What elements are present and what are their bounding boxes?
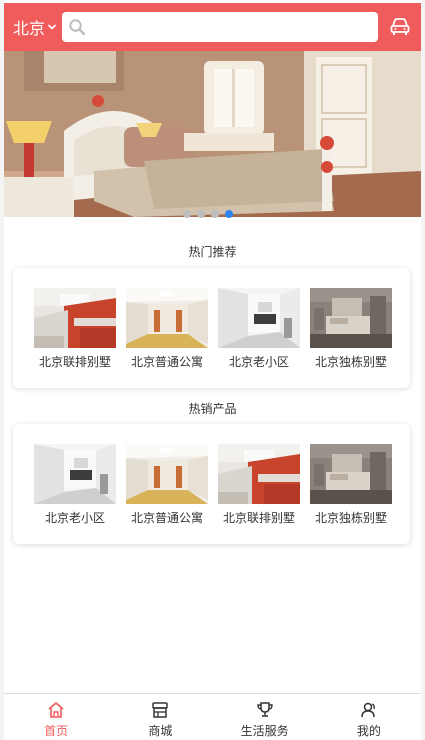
product-item[interactable]: 北京独栋别墅: [310, 288, 392, 370]
city-selector[interactable]: 北京: [13, 15, 57, 39]
tab-life-service-label: 生活服务: [240, 724, 289, 738]
product-thumbnail: [34, 288, 116, 348]
top-bar: 北京: [4, 3, 421, 51]
product-thumbnail: [310, 288, 392, 348]
carousel-dot-active[interactable]: [225, 210, 233, 218]
shop-icon: [152, 702, 169, 718]
tab-life-service[interactable]: 生活服务: [213, 694, 317, 740]
product-item[interactable]: 北京老小区: [34, 444, 116, 526]
car-icon[interactable]: [389, 17, 411, 37]
product-item[interactable]: 北京联排别墅: [218, 444, 300, 526]
tab-mine[interactable]: 我的: [317, 694, 421, 740]
tab-home[interactable]: 首页: [4, 694, 108, 740]
tab-shop[interactable]: 商城: [108, 694, 212, 740]
user-icon: [361, 702, 375, 718]
hot-recommend-card: 北京联排别墅 北京普通公寓 北京老小区 北京独栋别墅: [13, 268, 410, 388]
product-thumbnail: [126, 288, 208, 348]
banner-image: [4, 51, 421, 217]
product-label: 北京普通公寓: [130, 355, 203, 369]
product-thumbnail: [34, 444, 116, 504]
product-label: 北京老小区: [228, 355, 289, 369]
section-title-hot-products: 热销产品: [188, 402, 237, 416]
product-thumbnail: [218, 288, 300, 348]
product-item[interactable]: 北京普通公寓: [126, 444, 208, 526]
chevron-down-icon: [47, 24, 57, 30]
product-label: 北京老小区: [44, 511, 105, 525]
product-item[interactable]: 北京老小区: [218, 288, 300, 370]
banner-carousel[interactable]: [4, 51, 421, 217]
city-label: 北京: [13, 19, 46, 38]
product-thumbnail: [126, 444, 208, 504]
trophy-icon: [256, 702, 273, 717]
product-item[interactable]: 北京独栋别墅: [310, 444, 392, 526]
product-label: 北京普通公寓: [130, 511, 203, 525]
product-item[interactable]: 北京联排别墅: [34, 288, 116, 370]
carousel-dot[interactable]: [183, 210, 191, 218]
product-item[interactable]: 北京普通公寓: [126, 288, 208, 370]
app-root: 北京 热门推荐 北京联排别墅 北京普通公寓 北京老小区 北京独栋别墅 热销产品 …: [4, 0, 421, 740]
search-input[interactable]: [62, 12, 378, 42]
carousel-indicator: [183, 210, 233, 218]
product-thumbnail: [218, 444, 300, 504]
product-label: 北京独栋别墅: [314, 511, 387, 525]
product-label: 北京联排别墅: [38, 355, 111, 369]
hot-products-card: 北京老小区 北京普通公寓 北京联排别墅 北京独栋别墅: [13, 424, 410, 544]
product-thumbnail: [310, 444, 392, 504]
tab-mine-label: 我的: [356, 724, 381, 738]
carousel-dot[interactable]: [197, 210, 205, 218]
carousel-dot[interactable]: [211, 210, 219, 218]
product-label: 北京独栋别墅: [314, 355, 387, 369]
home-icon: [48, 702, 64, 718]
tab-shop-label: 商城: [148, 724, 173, 738]
bottom-tab-bar: 首页 商城 生活服务 我的: [4, 693, 421, 740]
search-icon: [69, 19, 86, 36]
section-title-hot-recommend: 热门推荐: [188, 245, 237, 259]
tab-home-label: 首页: [44, 724, 69, 738]
product-label: 北京联排别墅: [222, 511, 295, 525]
